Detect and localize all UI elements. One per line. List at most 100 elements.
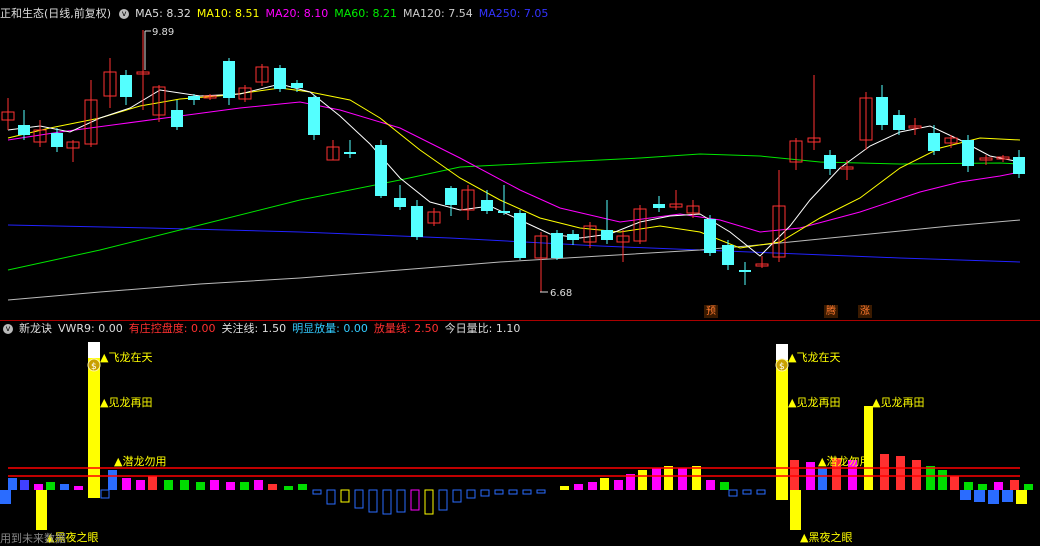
indicator-bar-negative <box>396 489 406 513</box>
tag-zhang: 涨 <box>858 305 872 318</box>
indicator-bar-negative <box>368 489 378 513</box>
candle-body <box>739 270 751 272</box>
indicator-bar <box>964 482 973 490</box>
candle-body <box>120 75 132 97</box>
candle-body <box>344 152 356 154</box>
candle-body <box>375 145 387 196</box>
indicator-bar <box>652 468 661 490</box>
mingxian-label: 明显放量: <box>292 322 340 335</box>
indicator-bars <box>0 342 1033 530</box>
mingxian-legend: 明显放量: 0.00 <box>292 322 368 335</box>
moving-average-lines <box>7 83 1021 301</box>
candle-body <box>567 234 579 240</box>
candlesticks <box>1 30 1025 292</box>
jinri-value: 1.10 <box>495 322 521 335</box>
indicator-bar <box>720 482 729 490</box>
indicator-bar <box>34 484 43 490</box>
candle-body <box>445 188 457 205</box>
guanzhu-label: 关注线: <box>221 322 259 335</box>
indicator-bar <box>938 470 947 490</box>
signal-fly-label: ▲飞龙在天 <box>788 351 840 364</box>
candle-body <box>223 61 235 98</box>
indicator-bar <box>90 462 99 490</box>
indicator-bar-negative <box>100 489 110 499</box>
indicator-bar <box>136 480 145 490</box>
coin-icon-glyph: $ <box>779 362 785 372</box>
indicator-bar <box>950 476 959 490</box>
signal-hidden-label: ▲潜龙勿用 <box>114 454 166 468</box>
coin-icon <box>87 358 101 372</box>
indicator-bar-negative <box>0 490 11 504</box>
candle-body <box>51 133 63 147</box>
footer-note: 用到未来数据 <box>0 532 66 545</box>
candle-body <box>1013 157 1025 174</box>
indicator-bar <box>122 478 131 490</box>
indicator-bar-negative <box>354 489 364 509</box>
candle-body <box>653 204 665 208</box>
indicator-bar-negative <box>382 489 392 515</box>
indicator-bar-negative <box>960 490 971 500</box>
indicator-bar <box>210 480 219 490</box>
stock-chart-window: { "main_header": { "title": "正和生态(日线,前复权… <box>0 0 1040 546</box>
candle-body <box>274 68 286 89</box>
signal-bar <box>88 358 100 498</box>
candle-body <box>411 206 423 237</box>
candle-body <box>928 133 940 151</box>
tag-teng: 腾 <box>824 305 838 318</box>
candle-body <box>722 245 734 265</box>
indicator-bar <box>706 480 715 490</box>
chevron-down-icon[interactable]: v <box>3 324 13 334</box>
indicator-bar-negative <box>522 489 532 495</box>
indicator-bar <box>638 470 647 490</box>
candle-body <box>514 213 526 258</box>
signal-see-label: ▲见龙再田 <box>100 396 152 409</box>
indicator-bar <box>74 486 83 490</box>
indicator-bar <box>832 458 841 490</box>
indicator-bar <box>896 456 905 490</box>
moving-average-line <box>7 101 1021 233</box>
indicator-bar-negative <box>508 489 518 495</box>
tag-yu: 预 <box>704 305 718 318</box>
candle-body <box>291 83 303 88</box>
candle-body <box>171 110 183 127</box>
indicator-bar <box>20 480 29 490</box>
indicator-bar <box>978 484 987 490</box>
indicator-bar-negative <box>340 489 350 503</box>
indicator-bar-negative <box>1002 490 1013 502</box>
indicator-bar <box>196 482 205 490</box>
indicator-bar <box>298 484 307 490</box>
candle-body <box>481 200 493 211</box>
candle-body <box>876 97 888 125</box>
mingxian-value: 0.00 <box>343 322 368 335</box>
candle-body <box>704 219 716 253</box>
indicator-bar-negative <box>480 489 490 497</box>
guanzhu-value: 1.50 <box>261 322 287 335</box>
vwr9-legend: VWR9: 0.00 <box>58 322 123 335</box>
youzhuang-value: 0.00 <box>190 322 216 335</box>
candlestick-chart[interactable]: 9.89 6.68 <box>0 0 1040 320</box>
signal-bar-cap <box>88 342 100 358</box>
guanzhu-legend: 关注线: 1.50 <box>221 322 286 335</box>
indicator-header: v 新龙诀 VWR9: 0.00 有庄控盘度: 0.00 关注线: 1.50 明显放量: … <box>0 321 526 337</box>
signal-see-label: ▲见龙再田 <box>872 396 924 409</box>
indicator-bar <box>776 436 785 490</box>
signal-hidden-label: ▲潜龙勿用 <box>818 454 870 468</box>
candle-body <box>18 125 30 135</box>
signal-eye-label: ▲黑夜之眼 <box>800 530 852 544</box>
low-price-label: 6.68 <box>550 288 572 299</box>
indicator-bar <box>60 484 69 490</box>
indicator-bar <box>880 454 889 490</box>
signal-fly-label: ▲飞龙在天 <box>100 351 152 364</box>
candle-body <box>893 115 905 130</box>
signal-bar <box>776 360 788 500</box>
high-price-label: 9.89 <box>152 27 174 38</box>
indicator-bar-negative <box>452 489 462 503</box>
jinri-legend: 今日量比: 1.10 <box>445 322 521 335</box>
candle-body <box>824 155 836 169</box>
indicator-bar-negative <box>756 489 766 495</box>
indicator-bar <box>614 480 623 490</box>
indicator-bar <box>560 486 569 490</box>
coin-icon-glyph: $ <box>91 362 97 372</box>
indicator-bar <box>148 476 157 490</box>
indicator-bar <box>164 480 173 490</box>
